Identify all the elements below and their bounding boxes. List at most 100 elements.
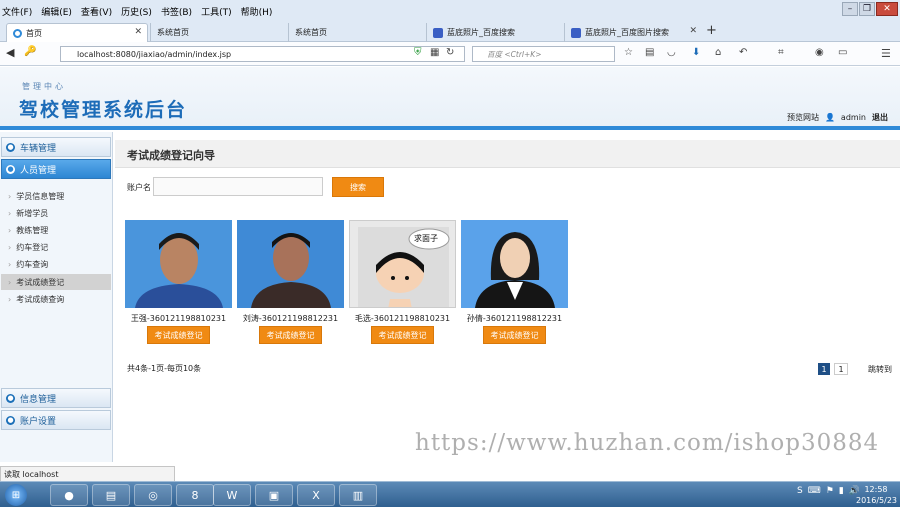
screenshot-icon[interactable]: ▭ — [838, 47, 847, 58]
window-controls: – ❐ ✕ — [842, 2, 898, 16]
sidebar-item-add-student[interactable]: 新增学员 — [1, 205, 111, 221]
tab-baidu-image-search[interactable]: 蓝底照片_百度图片搜索 ✕ — [564, 23, 702, 42]
tab-label: 蓝底照片_百度图片搜索 — [585, 28, 669, 37]
portrait-icon — [475, 232, 555, 308]
qr-icon[interactable]: ▦ — [430, 47, 439, 58]
header-subtitle: 管理中心 — [22, 82, 66, 91]
sidebar-section-info[interactable]: ● 信息管理 — [1, 388, 111, 408]
sidebar-item-coach[interactable]: 教练管理 — [1, 222, 111, 238]
loading-icon — [13, 28, 22, 38]
new-tab-icon[interactable]: + — [706, 23, 717, 38]
tab-label: 系统首页 — [157, 28, 189, 37]
menu-bookmarks[interactable]: 书签(B) — [161, 5, 192, 18]
pagination: 1 1 跳转到 — [818, 363, 892, 375]
keyboard-icon[interactable]: ⌨ — [808, 486, 821, 496]
app-8-icon[interactable]: 8 — [176, 484, 214, 506]
sidebar-section-account[interactable]: ● 账户设置 — [1, 410, 111, 430]
student-caption: 刘涛-360121198812231 — [242, 314, 339, 323]
student-photo: 求面子 — [349, 220, 456, 308]
header-divider — [0, 126, 900, 130]
url-bar[interactable]: localhost:8080/jiaxiao/admin/index.jsp — [60, 46, 465, 62]
menu-file[interactable]: 文件(F) — [2, 5, 32, 18]
menu-history[interactable]: 历史(S) — [121, 5, 152, 18]
reload-icon[interactable]: ↻ — [446, 47, 454, 58]
hamburger-menu-icon[interactable]: ☰ — [881, 47, 891, 60]
excel-icon[interactable]: X — [297, 484, 335, 506]
menu-edit[interactable]: 编辑(E) — [41, 5, 72, 18]
start-button[interactable]: ⊞ — [5, 484, 27, 506]
clock-time: 12:58 — [864, 485, 888, 494]
sidebar-section-label: 账户设置 — [20, 416, 57, 427]
search-bar[interactable]: 百度 <Ctrl+K> — [472, 46, 615, 62]
exam-register-button[interactable]: 考试成绩登记 — [371, 326, 434, 344]
username-link[interactable]: admin — [841, 113, 866, 122]
ime-icon[interactable]: S — [797, 486, 803, 496]
network-icon[interactable]: ▮ — [839, 486, 844, 496]
page-current[interactable]: 1 — [818, 363, 830, 375]
user-icon: 👤 — [824, 113, 835, 122]
sidebar-item-booking-query[interactable]: 约车查询 — [1, 256, 111, 272]
menu-tools[interactable]: 工具(T) — [201, 5, 232, 18]
reader-icon[interactable]: ▤ — [645, 47, 654, 58]
exam-register-button[interactable]: 考试成绩登记 — [259, 326, 322, 344]
close-tab-icon[interactable]: ✕ — [134, 27, 142, 37]
tab-system-home-2[interactable]: 系统首页 — [288, 23, 426, 42]
info-key-icon[interactable]: 🔑 — [24, 46, 36, 57]
sidebar-item-exam-register[interactable]: 考试成绩登记 — [1, 274, 111, 290]
sidebar-item-exam-query[interactable]: 考试成绩查询 — [1, 291, 111, 307]
portrait-icon — [135, 233, 223, 308]
menu-help[interactable]: 帮助(H) — [241, 5, 273, 18]
content-title: 考试成绩登记向导 — [127, 149, 215, 162]
taskbar-clock[interactable]: 12:58 2016/5/23 — [856, 484, 897, 506]
pocket-icon[interactable]: ◡ — [667, 47, 676, 58]
exam-register-button[interactable]: 考试成绩登记 — [147, 326, 210, 344]
sidebar-section-label: 信息管理 — [20, 394, 57, 405]
word-icon[interactable]: W — [213, 484, 251, 506]
flag-icon[interactable]: ⚑ — [826, 486, 834, 496]
browser-360-icon[interactable]: ◎ — [134, 484, 172, 506]
search-label: 账户名 — [127, 183, 151, 192]
minimize-button[interactable]: – — [842, 2, 858, 16]
chat-icon[interactable]: ◉ — [815, 47, 824, 58]
page-number[interactable]: 1 — [834, 363, 848, 375]
tab-system-home-1[interactable]: 系统首页 — [150, 23, 288, 42]
undo-icon[interactable]: ↶ — [739, 47, 747, 58]
app-header: 管理中心 驾校管理系统后台 预览网站 👤 admin 退出 — [0, 67, 900, 129]
close-window-button[interactable]: ✕ — [876, 2, 898, 16]
student-card: 求面子 毛选-360121198810231 考试成绩登记 — [349, 220, 456, 344]
firefox-icon[interactable]: ● — [50, 484, 88, 506]
menu-view[interactable]: 查看(V) — [81, 5, 112, 18]
jump-to-page[interactable]: 跳转到 — [868, 364, 892, 375]
window-icon[interactable]: ▣ — [255, 484, 293, 506]
close-tab-icon[interactable]: ✕ — [689, 26, 697, 36]
main-content: 考试成绩登记向导 账户名 搜索 王强-360121198810231 考试成绩登… — [115, 132, 900, 462]
shield-icon[interactable]: ⛨ — [414, 47, 422, 58]
bookmark-star-icon[interactable]: ☆ — [624, 47, 633, 58]
explorer-icon[interactable]: ▤ — [92, 484, 130, 506]
crop-icon[interactable]: ⌗ — [778, 47, 784, 58]
exam-register-button[interactable]: 考试成绩登记 — [483, 326, 546, 344]
home-icon[interactable]: ⌂ — [715, 47, 721, 58]
url-text: localhost:8080/jiaxiao/admin/index.jsp — [77, 49, 232, 59]
student-card: 王强-360121198810231 考试成绩登记 — [125, 220, 232, 344]
content-title-bar: 考试成绩登记向导 — [115, 140, 900, 168]
restore-button[interactable]: ❐ — [859, 2, 875, 16]
download-icon[interactable]: ⬇ — [692, 47, 700, 58]
sidebar-section-vehicles[interactable]: ● 车辆管理 — [1, 137, 111, 157]
back-icon[interactable]: ◀ — [6, 46, 14, 59]
browser-menubar: 文件(F) 编辑(E) 查看(V) 历史(S) 书签(B) 工具(T) 帮助(H… — [0, 0, 900, 22]
sidebar-section-personnel[interactable]: ● 人员管理 — [1, 159, 111, 179]
student-caption: 毛选-360121198810231 — [354, 314, 451, 323]
install-icon[interactable]: ▥ — [339, 484, 377, 506]
tab-home[interactable]: 首页 ✕ — [6, 23, 148, 42]
student-photo — [125, 220, 232, 308]
preview-site-link[interactable]: 预览网站 — [787, 112, 819, 123]
sidebar-item-student-info[interactable]: 学员信息管理 — [1, 188, 111, 204]
student-photo — [461, 220, 568, 308]
watermark-text: https://www.huzhan.com/ishop30884 — [415, 430, 880, 456]
sidebar-item-booking[interactable]: 约车登记 — [1, 239, 111, 255]
tab-baidu-search[interactable]: 蓝底照片_百度搜索 — [426, 23, 564, 42]
logout-link[interactable]: 退出 — [872, 112, 888, 123]
account-search-input[interactable] — [153, 177, 323, 196]
search-button[interactable]: 搜索 — [332, 177, 384, 197]
